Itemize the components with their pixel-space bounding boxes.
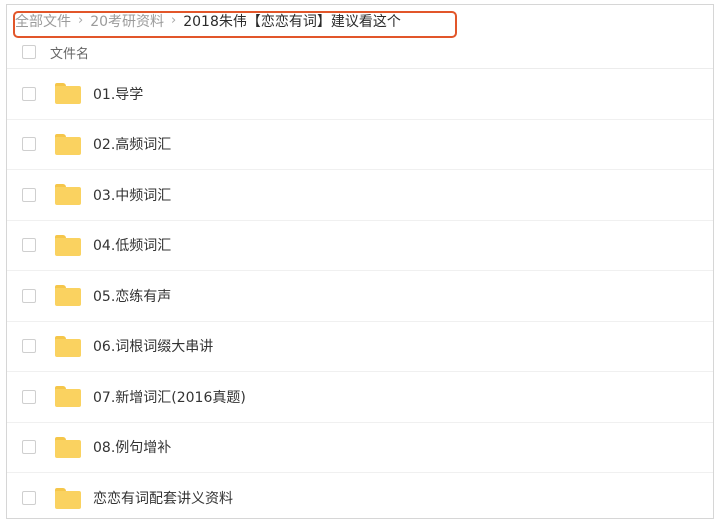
file-name[interactable]: 02.高频词汇	[93, 134, 171, 154]
select-all-checkbox[interactable]	[22, 45, 36, 59]
table-row[interactable]: 08.例句增补	[7, 423, 713, 473]
folder-icon	[55, 285, 81, 307]
table-row[interactable]: 04.低频词汇	[7, 221, 713, 271]
table-row[interactable]: 06.词根词缀大串讲	[7, 322, 713, 372]
breadcrumb-parent[interactable]: 20考研资料	[90, 11, 164, 31]
chevron-right-icon: ›	[78, 13, 84, 28]
file-list: 01.导学 02.高频词汇 03.中频词汇 04.低频词汇 05.恋练有声 06…	[7, 69, 713, 524]
file-name[interactable]: 08.例句增补	[93, 437, 171, 457]
file-name[interactable]: 07.新增词汇(2016真题)	[93, 387, 246, 407]
row-checkbox[interactable]	[22, 339, 36, 354]
table-row[interactable]: 05.恋练有声	[7, 271, 713, 322]
folder-icon	[55, 184, 81, 206]
table-row[interactable]: 07.新增词汇(2016真题)	[7, 372, 713, 423]
folder-icon	[55, 436, 81, 458]
column-header-filename[interactable]: 文件名	[50, 43, 89, 62]
row-checkbox[interactable]	[22, 440, 36, 455]
folder-icon	[55, 487, 81, 509]
file-name[interactable]: 06.词根词缀大串讲	[93, 336, 213, 356]
table-row[interactable]: 03.中频词汇	[7, 170, 713, 221]
chevron-right-icon: ›	[171, 13, 177, 28]
folder-icon	[55, 335, 81, 357]
table-row[interactable]: 恋恋有词配套讲义资料	[7, 473, 713, 524]
row-checkbox[interactable]	[22, 137, 36, 152]
folder-icon	[55, 234, 81, 256]
file-name[interactable]: 04.低频词汇	[93, 235, 171, 255]
table-row[interactable]: 01.导学	[7, 69, 713, 120]
row-checkbox[interactable]	[22, 187, 36, 202]
folder-icon	[55, 83, 81, 105]
breadcrumb-root[interactable]: 全部文件	[15, 11, 71, 31]
folder-icon	[55, 386, 81, 408]
table-row[interactable]: 02.高频词汇	[7, 120, 713, 170]
file-name[interactable]: 05.恋练有声	[93, 286, 171, 306]
breadcrumb-current: 2018朱伟【恋恋有词】建议看这个	[183, 13, 401, 30]
row-checkbox[interactable]	[22, 238, 36, 253]
file-name[interactable]: 恋恋有词配套讲义资料	[93, 488, 233, 508]
table-header: 文件名	[7, 36, 713, 69]
file-name[interactable]: 03.中频词汇	[93, 185, 171, 205]
row-checkbox[interactable]	[22, 86, 36, 101]
breadcrumb: 全部文件 › 20考研资料 › 2018朱伟【恋恋有词】建议看这个	[7, 5, 713, 36]
folder-icon	[55, 133, 81, 155]
file-browser: 全部文件 › 20考研资料 › 2018朱伟【恋恋有词】建议看这个 文件名 01…	[6, 4, 714, 519]
row-checkbox[interactable]	[22, 389, 36, 404]
row-checkbox[interactable]	[22, 288, 36, 303]
file-name[interactable]: 01.导学	[93, 84, 143, 104]
row-checkbox[interactable]	[22, 491, 36, 506]
